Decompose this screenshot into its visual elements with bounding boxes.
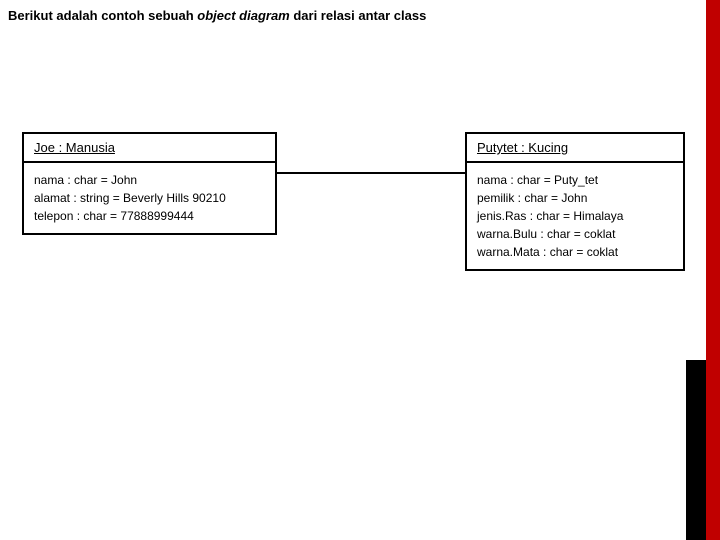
- object-attr: warna.Mata : char = coklat: [477, 243, 673, 261]
- object-attr: pemilik : char = John: [477, 189, 673, 207]
- diagram-canvas: Joe : Manusia nama : char = John alamat …: [0, 0, 720, 540]
- object-body: nama : char = Puty_tet pemilik : char = …: [467, 163, 683, 269]
- object-header: Joe : Manusia: [24, 134, 275, 163]
- object-attr: jenis.Ras : char = Himalaya: [477, 207, 673, 225]
- object-attr: telepon : char = 77888999444: [34, 207, 265, 225]
- object-box-joe: Joe : Manusia nama : char = John alamat …: [22, 132, 277, 235]
- object-body: nama : char = John alamat : string = Bev…: [24, 163, 275, 233]
- object-attr: warna.Bulu : char = coklat: [477, 225, 673, 243]
- object-attr: nama : char = John: [34, 171, 265, 189]
- association-line: [277, 172, 465, 174]
- object-box-putytet: Putytet : Kucing nama : char = Puty_tet …: [465, 132, 685, 271]
- object-attr: alamat : string = Beverly Hills 90210: [34, 189, 265, 207]
- object-header: Putytet : Kucing: [467, 134, 683, 163]
- object-attr: nama : char = Puty_tet: [477, 171, 673, 189]
